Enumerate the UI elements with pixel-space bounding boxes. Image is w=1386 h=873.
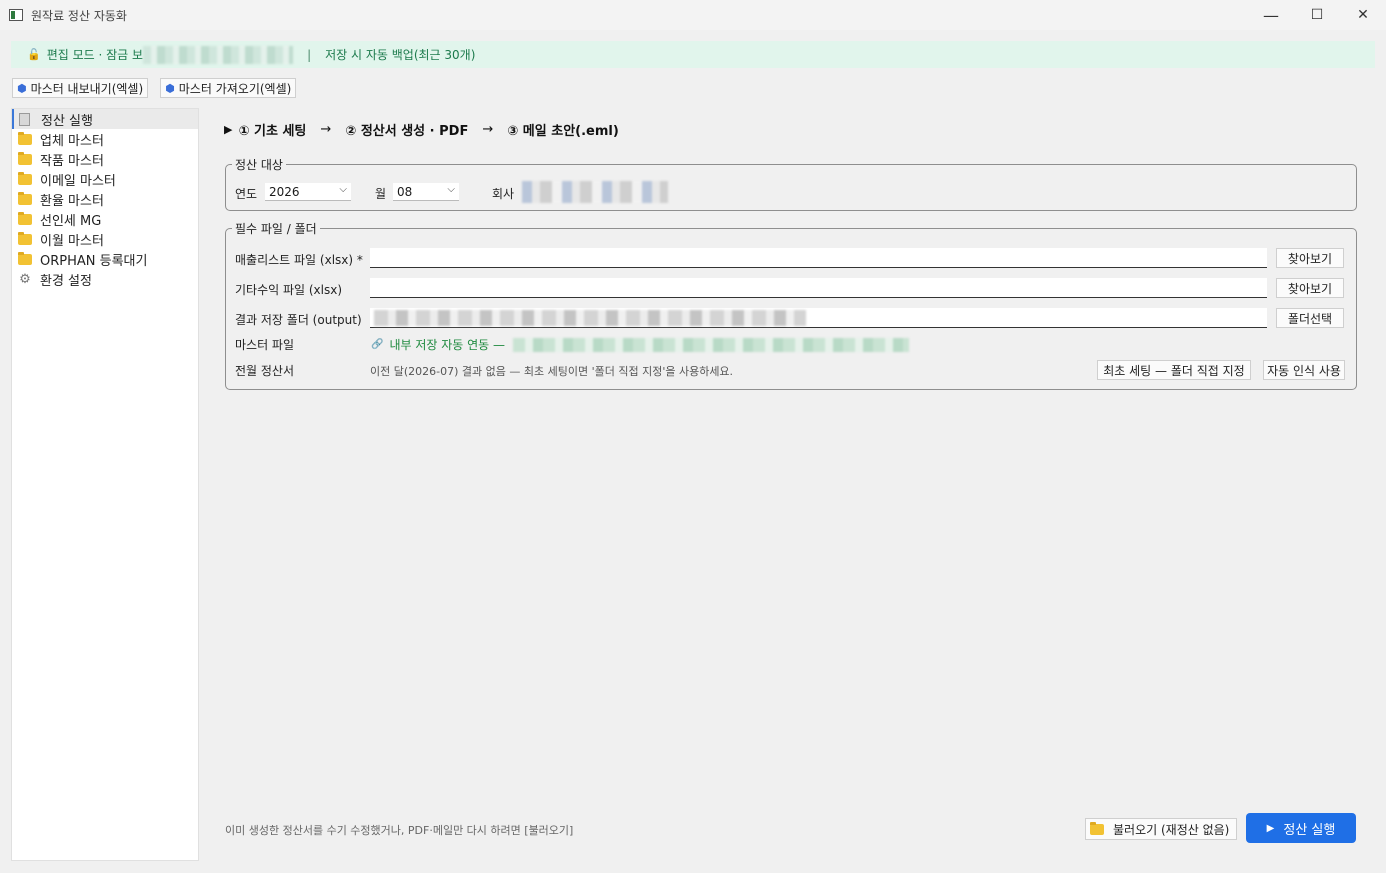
- maximize-button[interactable]: ☐: [1294, 0, 1340, 30]
- folder-icon: [18, 251, 32, 265]
- window-controls: — ☐ ✕: [1248, 0, 1386, 30]
- document-icon: [19, 112, 30, 126]
- folder-icon: [18, 131, 32, 145]
- settlement-target-group: 정산 대상 연도 2026 ⌵ 월 08 ⌵ 회사: [225, 156, 1357, 211]
- banner-separator: |: [307, 47, 312, 62]
- browse-other-button[interactable]: 찾아보기: [1276, 278, 1344, 298]
- workflow-steps: ▶ ① 기초 세팅 → ② 정산서 생성 · PDF → ③ 메일 초안(.em…: [224, 120, 619, 139]
- step-basic-setup: ① 기초 세팅: [238, 124, 307, 139]
- edit-mode-banner: 🔓 편집 모드 · 잠금 보 | 저장 시 자동 백업(최근 30개): [11, 41, 1375, 68]
- minimize-button[interactable]: —: [1248, 0, 1294, 30]
- play-icon: ▶: [1266, 822, 1275, 834]
- step-generate-pdf: ② 정산서 생성 · PDF: [345, 124, 469, 139]
- package-icon: ⬢: [17, 81, 27, 95]
- gear-icon: ⚙: [19, 271, 31, 287]
- folder-icon: [1090, 821, 1104, 835]
- required-files-group: 필수 파일 / 폴더 매출리스트 파일 (xlsx) * 찾아보기 기타수익 파…: [225, 220, 1357, 390]
- load-button[interactable]: 불러오기 (재정산 없음): [1085, 818, 1237, 840]
- export-master-label: 마스터 내보내기(엑셀): [30, 81, 144, 96]
- sidebar-item-fx-master[interactable]: 환율 마스터: [12, 189, 198, 209]
- sidebar-item-orphan-pending[interactable]: ORPHAN 등록대기: [12, 249, 198, 269]
- prev-statement-hint: 이전 달(2026-07) 결과 없음 — 최초 세팅이면 '폴더 직접 지정'…: [370, 365, 734, 378]
- sidebar-item-carryover-master[interactable]: 이월 마스터: [12, 229, 198, 249]
- sidebar-nav: 정산 실행 업체 마스터 작품 마스터 이메일 마스터 환율 마스터 선인세 M…: [11, 108, 199, 861]
- play-icon: ▶: [224, 123, 233, 136]
- step-email-draft: ③ 메일 초안(.eml): [507, 124, 619, 139]
- window-title: 원작료 정산 자동화: [31, 8, 127, 23]
- month-select[interactable]: 08 ⌵: [393, 183, 459, 201]
- app-icon: [9, 9, 23, 21]
- group-title: 필수 파일 / 폴더: [232, 220, 320, 237]
- other-revenue-label: 기타수익 파일 (xlsx): [235, 283, 343, 297]
- folder-icon: [18, 231, 32, 245]
- package-icon: ⬢: [165, 81, 175, 95]
- sidebar-item-work-master[interactable]: 작품 마스터: [12, 149, 198, 169]
- year-label: 연도: [235, 187, 258, 201]
- import-master-label: 마스터 가져오기(엑셀): [178, 81, 292, 96]
- load-button-label: 불러오기 (재정산 없음): [1113, 822, 1230, 837]
- folder-icon: [18, 211, 32, 225]
- run-settlement-label: 정산 실행: [1283, 822, 1336, 838]
- sidebar-item-advance-mg[interactable]: 선인세 MG: [12, 209, 198, 229]
- close-button[interactable]: ✕: [1340, 0, 1386, 30]
- manual-folder-button[interactable]: 최초 세팅 — 폴더 직접 지정: [1097, 360, 1251, 380]
- output-folder-label: 결과 저장 폴더 (output): [235, 313, 362, 327]
- redacted-path: [374, 309, 806, 326]
- sidebar-item-label: ORPHAN 등록대기: [40, 253, 148, 269]
- sidebar-item-label: 정산 실행: [41, 113, 93, 129]
- title-bar: 원작료 정산 자동화 — ☐ ✕: [0, 0, 1386, 30]
- export-master-button[interactable]: ⬢ 마스터 내보내기(엑셀): [12, 78, 149, 98]
- arrow-icon: →: [482, 122, 494, 137]
- sidebar-item-label: 선인세 MG: [40, 213, 102, 229]
- auto-detect-button[interactable]: 자동 인식 사용: [1263, 360, 1345, 380]
- redacted-text: [143, 45, 294, 64]
- edit-mode-text: 편집 모드 · 잠금 보: [46, 48, 144, 62]
- browse-sales-button[interactable]: 찾아보기: [1276, 248, 1344, 268]
- sales-file-label: 매출리스트 파일 (xlsx) *: [235, 253, 363, 267]
- month-value: 08: [397, 184, 413, 199]
- sidebar-item-label: 이메일 마스터: [40, 173, 116, 189]
- sales-file-input[interactable]: [370, 248, 1267, 268]
- master-toolbar: ⬢ 마스터 내보내기(엑셀) ⬢ 마스터 가져오기(엑셀): [12, 78, 297, 98]
- sidebar-item-run-settlement[interactable]: 정산 실행: [12, 109, 198, 129]
- sidebar-item-label: 업체 마스터: [40, 133, 104, 149]
- sidebar-item-email-master[interactable]: 이메일 마스터: [12, 169, 198, 189]
- folder-icon: [18, 151, 32, 165]
- folder-icon: [18, 171, 32, 185]
- folder-select-button[interactable]: 폴더선택: [1276, 308, 1344, 328]
- master-file-link: 🔗 내부 저장 자동 연동 —: [371, 336, 910, 353]
- year-select[interactable]: 2026 ⌵: [265, 183, 351, 201]
- sidebar-item-settings[interactable]: ⚙ 환경 설정: [12, 269, 198, 289]
- unlock-icon: 🔓: [27, 48, 41, 61]
- run-settlement-button[interactable]: ▶ 정산 실행: [1246, 813, 1356, 843]
- master-file-label: 마스터 파일: [235, 338, 295, 352]
- import-master-button[interactable]: ⬢ 마스터 가져오기(엑셀): [160, 78, 297, 98]
- output-folder-input[interactable]: [370, 308, 1267, 328]
- company-select[interactable]: [522, 181, 668, 203]
- link-icon: 🔗: [371, 339, 384, 350]
- prev-statement-label: 전월 정산서: [235, 364, 295, 378]
- sidebar-item-label: 환경 설정: [40, 273, 92, 289]
- year-value: 2026: [269, 184, 300, 199]
- chevron-down-icon: ⌵: [339, 184, 347, 195]
- other-revenue-input[interactable]: [370, 278, 1267, 298]
- month-label: 월: [375, 187, 387, 201]
- reload-hint: 이미 생성한 정산서를 수기 수정했거나, PDF·메일만 다시 하려면 [불러…: [225, 824, 574, 837]
- backup-text: 저장 시 자동 백업(최근 30개): [325, 48, 476, 62]
- sidebar-item-vendor-master[interactable]: 업체 마스터: [12, 129, 198, 149]
- redacted-path: [513, 337, 910, 352]
- company-label: 회사: [492, 187, 515, 201]
- sidebar-item-label: 환율 마스터: [40, 193, 104, 209]
- folder-icon: [18, 191, 32, 205]
- sidebar-item-label: 이월 마스터: [40, 233, 104, 249]
- sidebar-item-label: 작품 마스터: [40, 153, 104, 169]
- arrow-icon: →: [320, 122, 332, 137]
- group-title: 정산 대상: [232, 156, 286, 173]
- master-link-text: 내부 저장 자동 연동 —: [389, 338, 506, 352]
- chevron-down-icon: ⌵: [447, 184, 455, 195]
